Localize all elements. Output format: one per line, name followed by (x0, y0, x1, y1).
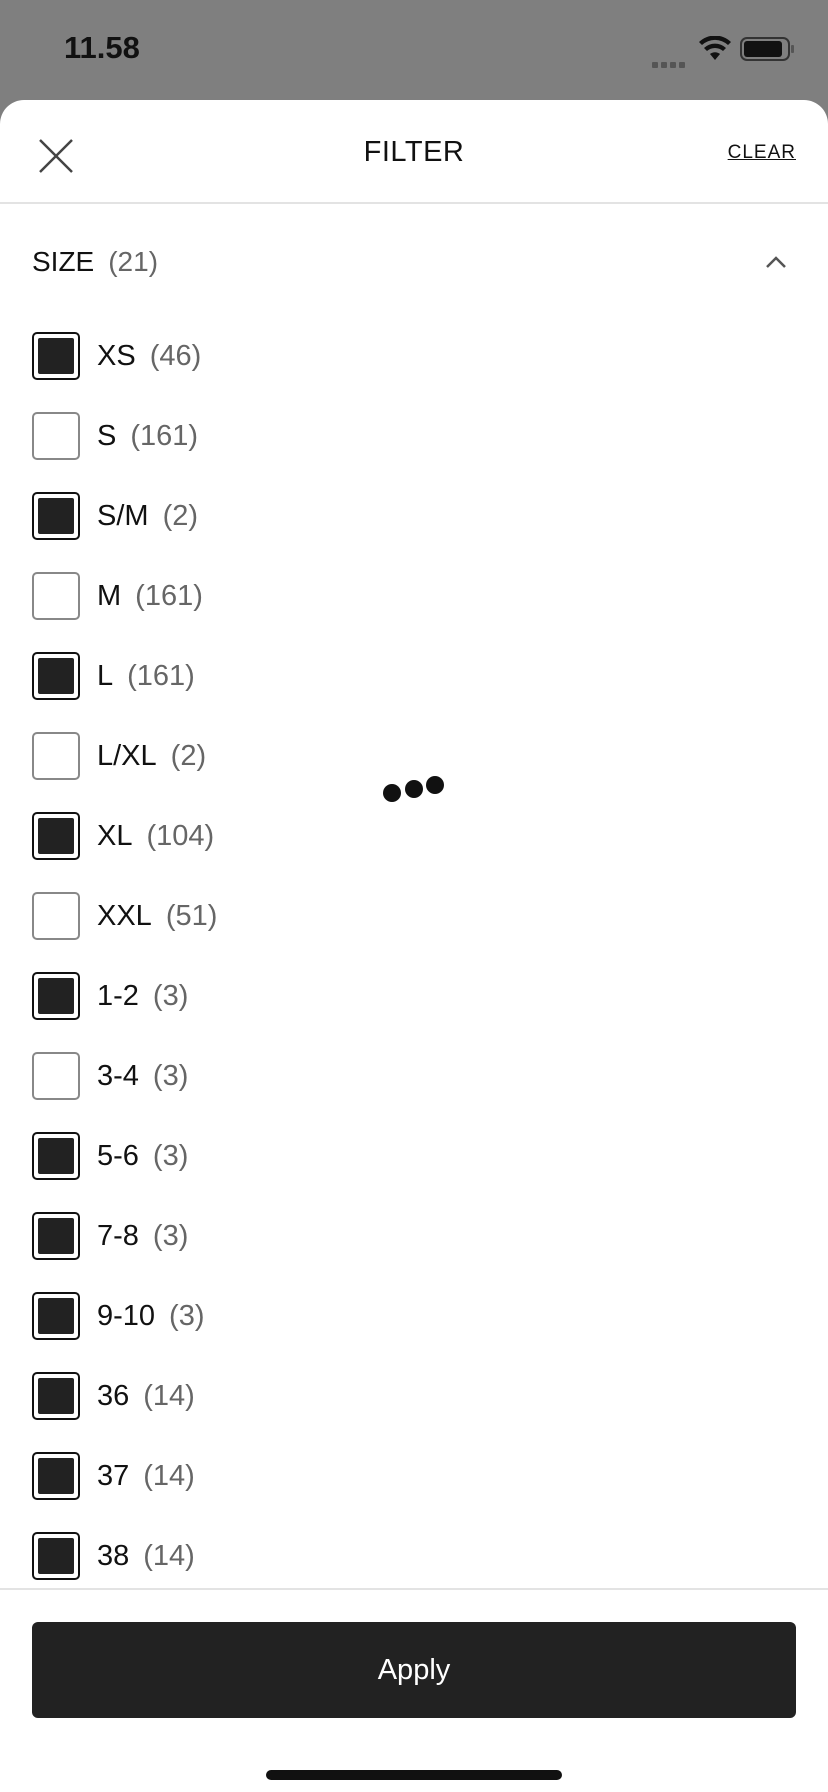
option-count: (161) (127, 659, 195, 692)
apply-button[interactable]: Apply (32, 1622, 796, 1718)
clear-button[interactable]: CLEAR (728, 142, 796, 164)
checkbox[interactable] (32, 1372, 80, 1420)
option-count: (3) (152, 1219, 189, 1252)
option-count: (46) (149, 339, 202, 372)
option-label: S (97, 419, 117, 452)
option-label: 5-6 (97, 1139, 139, 1172)
section-title-label: SIZE (32, 246, 95, 277)
option-count: (14) (143, 1379, 195, 1412)
checkbox[interactable] (32, 492, 80, 540)
option-label: L (97, 659, 114, 692)
battery-icon (740, 37, 794, 61)
option-label: L/XL (97, 739, 157, 772)
size-options-list: XS (46) S (161) S/M (2) M (161) L (161) L/XL (2) XL (… (0, 316, 828, 1596)
size-option[interactable]: M (161) (0, 556, 828, 636)
option-count: (51) (165, 899, 218, 932)
size-option[interactable]: 38 (14) (0, 1516, 828, 1596)
checkbox[interactable] (32, 412, 80, 460)
checkbox[interactable] (32, 332, 80, 380)
filter-sheet: FILTER CLEAR SIZE (21) XS (46) S (161) S/M (2)… (0, 100, 828, 1792)
checkbox[interactable] (32, 972, 80, 1020)
size-option[interactable]: XXL (51) (0, 876, 828, 956)
checkbox[interactable] (32, 812, 80, 860)
checkbox[interactable] (32, 1052, 80, 1100)
section-count: (21) (108, 246, 159, 277)
size-option[interactable]: XL (104) (0, 796, 828, 876)
size-option[interactable]: 5-6 (3) (0, 1116, 828, 1196)
option-label: S/M (97, 499, 149, 532)
status-time: 11.58 (64, 30, 140, 65)
option-label: 9-10 (97, 1299, 156, 1332)
option-count: (3) (169, 1299, 205, 1332)
home-indicator (266, 1770, 562, 1780)
sheet-header: FILTER CLEAR (0, 100, 828, 204)
option-count: (2) (170, 739, 207, 772)
checkbox[interactable] (32, 1452, 80, 1500)
chevron-up-icon[interactable] (764, 254, 788, 270)
option-count: (14) (143, 1459, 195, 1492)
option-label: M (97, 579, 122, 612)
signal-icon (652, 55, 690, 68)
option-label: 1-2 (97, 979, 139, 1012)
size-option[interactable]: 3-4 (3) (0, 1036, 828, 1116)
size-option[interactable]: 7-8 (3) (0, 1196, 828, 1276)
footer: Apply (0, 1588, 828, 1792)
size-option[interactable]: L (161) (0, 636, 828, 716)
checkbox[interactable] (32, 572, 80, 620)
wifi-icon (699, 36, 731, 60)
size-option[interactable]: 36 (14) (0, 1356, 828, 1436)
option-label: XXL (97, 899, 152, 932)
checkbox[interactable] (32, 1132, 80, 1180)
option-label: XL (97, 819, 133, 852)
size-option[interactable]: 1-2 (3) (0, 956, 828, 1036)
checkbox[interactable] (32, 732, 80, 780)
section-title: SIZE (21) (32, 246, 158, 278)
option-count: (104) (146, 819, 215, 852)
option-count: (161) (130, 419, 199, 452)
option-count: (161) (135, 579, 203, 612)
option-label: 7-8 (97, 1219, 139, 1252)
loading-indicator (383, 776, 447, 804)
page-title: FILTER (363, 136, 465, 168)
size-option[interactable]: 9-10 (3) (0, 1276, 828, 1356)
checkbox[interactable] (32, 1532, 80, 1580)
option-count: (3) (152, 1059, 189, 1092)
option-count: (3) (152, 979, 189, 1012)
size-option[interactable]: S (161) (0, 396, 828, 476)
size-option[interactable]: S/M (2) (0, 476, 828, 556)
option-count: (14) (143, 1539, 195, 1572)
size-section-header[interactable]: SIZE (21) (0, 204, 828, 316)
option-label: XS (97, 339, 136, 372)
option-label: 3-4 (97, 1059, 139, 1092)
status-bar: 11.58 (0, 0, 828, 100)
option-label: 36 (97, 1379, 130, 1412)
checkbox[interactable] (32, 652, 80, 700)
option-label: 38 (97, 1539, 130, 1572)
option-label: 37 (97, 1459, 130, 1492)
option-count: (3) (152, 1139, 189, 1172)
size-option[interactable]: XS (46) (0, 316, 828, 396)
option-count: (2) (162, 499, 199, 532)
checkbox[interactable] (32, 1212, 80, 1260)
size-option[interactable]: 37 (14) (0, 1436, 828, 1516)
checkbox[interactable] (32, 1292, 80, 1340)
checkbox[interactable] (32, 892, 80, 940)
